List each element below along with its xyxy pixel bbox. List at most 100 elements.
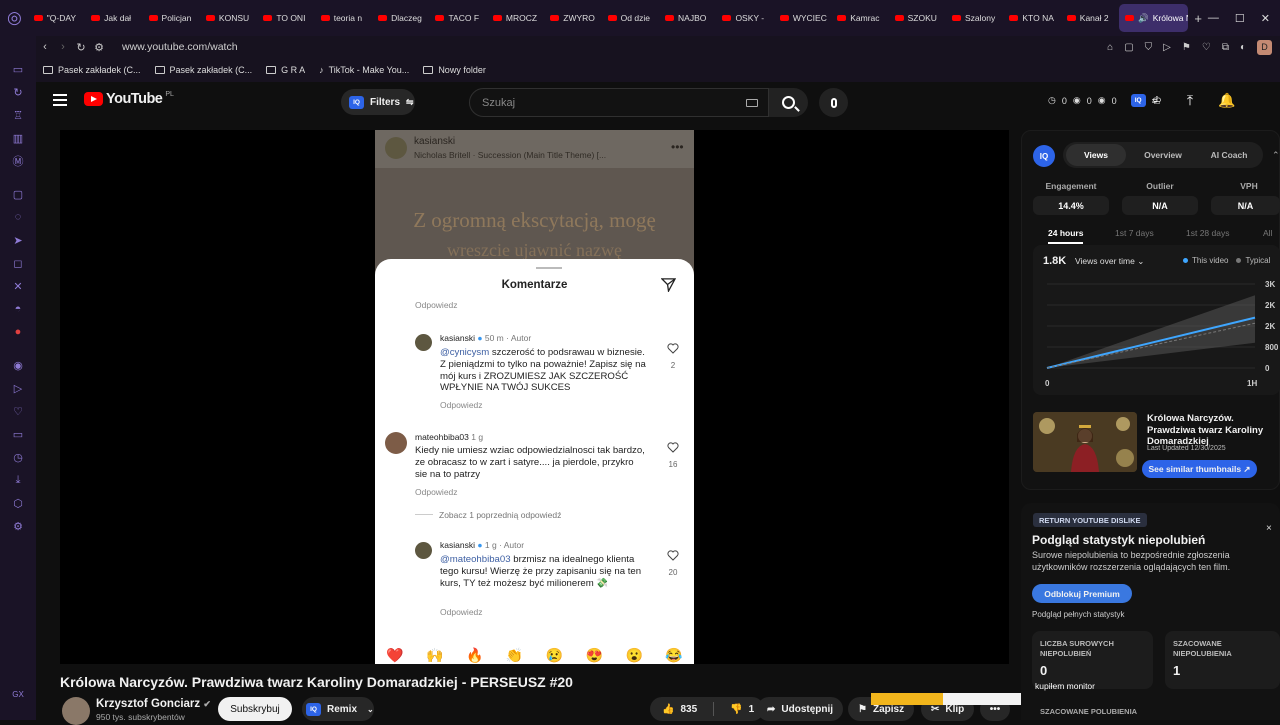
youtube-favicon-icon [779, 15, 789, 21]
collapse-icon[interactable]: ⌃ [1272, 150, 1280, 161]
browser-tab[interactable]: Kamrac [832, 4, 889, 32]
forward-icon[interactable]: › [54, 41, 72, 53]
range-7d[interactable]: 1st 7 days [1115, 228, 1154, 238]
browser-tab[interactable]: Kanał 2 [1062, 4, 1119, 32]
browser-tab[interactable]: MROCZ [488, 4, 545, 32]
search-button[interactable] [769, 88, 808, 117]
browser-tab[interactable]: KONSU [201, 4, 258, 32]
discord-icon[interactable]: ◓ [10, 301, 26, 317]
browser-tab[interactable]: teoria n [316, 4, 373, 32]
heart-icon[interactable]: ♡ [10, 403, 26, 419]
close-icon[interactable]: × [1266, 523, 1272, 534]
minimize-icon[interactable]: — [1208, 12, 1219, 25]
browser-tab[interactable]: "Q-DAY [29, 4, 86, 32]
subscribe-button[interactable]: Subskrybuj [218, 697, 292, 721]
browser-tab[interactable]: Jak dał [86, 4, 143, 32]
send-icon[interactable]: ▷ [10, 380, 26, 396]
browser-tab[interactable]: WYCIEC [775, 4, 832, 32]
similar-thumbnails-button[interactable]: See similar thumbnails ↗ [1142, 460, 1257, 478]
filters-button[interactable]: IQ Filters ⇋ [341, 89, 415, 115]
messenger-icon[interactable]: ◌ [10, 209, 26, 225]
browser-tab[interactable]: TACO F [430, 4, 487, 32]
refresh-icon[interactable]: ↻ [10, 84, 26, 100]
app-icon[interactable]: ● [10, 324, 26, 340]
pin-icon[interactable]: ⌂ [1107, 42, 1113, 53]
opera-gx-icon[interactable]: GX [10, 686, 26, 702]
bot-icon[interactable]: ♖ [10, 107, 26, 123]
keyboard-icon[interactable] [746, 98, 758, 107]
m-icon[interactable]: Ⓜ [10, 153, 26, 169]
reload-icon[interactable]: ↻ [72, 41, 90, 54]
upload-icon[interactable]: ⤒ [1187, 92, 1193, 109]
bookmark-item[interactable]: Nowy folder [423, 65, 486, 75]
browser-tab[interactable]: OSKY - [717, 4, 774, 32]
bookmark-item[interactable]: G R A [266, 65, 305, 75]
site-info-icon[interactable]: ⚙ [90, 41, 108, 54]
easy-setup-icon[interactable]: ◐ [1240, 42, 1246, 53]
bookmark-item[interactable]: Pasek zakładek (C... [43, 65, 141, 75]
browser-tab[interactable]: SZOKU [890, 4, 947, 32]
menu-icon[interactable] [53, 94, 67, 106]
tab-ai-coach[interactable]: AI Coach [1199, 142, 1259, 168]
browser-logo-icon[interactable]: ◎ [0, 0, 29, 36]
browser-tab[interactable]: TO ONI [258, 4, 315, 32]
browser-tab[interactable]: NAJBO [660, 4, 717, 32]
youtube-logo[interactable]: YouTube PL [84, 91, 174, 107]
shield-icon[interactable]: ⛉ [1145, 42, 1153, 53]
browser-tab[interactable]: Dlaczeg [373, 4, 430, 32]
bookmark-item[interactable]: Pasek zakładek (C... [154, 65, 252, 75]
download-icon[interactable]: ⤓ [10, 472, 26, 488]
bookmark-icon[interactable]: ⚑ [1182, 42, 1191, 53]
tabs-icon[interactable]: ▭ [10, 426, 26, 442]
tab-overview[interactable]: Overview [1133, 142, 1193, 168]
vidiq-quick-stats[interactable]: ◷ 0 ◉ 0 ◉ 0 IQ ≡ [1048, 94, 1157, 107]
back-icon[interactable]: ‹ [36, 41, 54, 53]
browser-tab[interactable]: ZWYRO [545, 4, 602, 32]
range-all[interactable]: All [1263, 228, 1272, 238]
new-tab-button[interactable]: + [1188, 11, 1208, 26]
range-28d[interactable]: 1st 28 days [1186, 228, 1229, 238]
share-button[interactable]: ➦ Udostępnij [757, 697, 844, 721]
remix-button[interactable]: IQ Remix ⌄ [302, 697, 374, 721]
music-icon[interactable]: ◉ [10, 357, 26, 373]
youtube-favicon-icon [320, 15, 330, 21]
maximize-icon[interactable]: ☐ [1235, 12, 1245, 25]
x-icon[interactable]: ✕ [10, 278, 26, 294]
trophy-icon[interactable]: ♔ [1152, 94, 1162, 107]
wallet-icon[interactable]: ▭ [10, 61, 26, 77]
vidiq-icon[interactable]: IQ [1130, 94, 1146, 107]
cube-icon[interactable]: ⬡ [10, 495, 26, 511]
vidiq-logo-icon[interactable]: IQ [1033, 145, 1055, 167]
history-icon[interactable]: ◷ [10, 449, 26, 465]
thumbnail-preview[interactable] [1033, 412, 1137, 472]
settings-icon[interactable]: ⚙ [10, 518, 26, 534]
browser-tab[interactable]: Szalony [947, 4, 1004, 32]
notifications-bell-icon[interactable]: 🔔 [1218, 92, 1235, 109]
url-field[interactable]: www.youtube.com/watch [122, 41, 238, 53]
tab-active[interactable]: 🔊 Królowa Na [1119, 4, 1189, 32]
bookmark-item[interactable]: ♪ TikTok - Make You... [319, 65, 409, 75]
emoji-reaction: 😍 [585, 647, 604, 663]
instagram-icon[interactable]: ◻ [10, 255, 26, 271]
search-input[interactable]: Szukaj [469, 88, 769, 117]
like-button[interactable]: 👍 835 [650, 704, 707, 715]
channel-name[interactable]: Krzysztof Gonciarz ✔ [96, 698, 211, 710]
browser-tab[interactable]: Policjan [144, 4, 201, 32]
close-window-icon[interactable]: ✕ [1261, 12, 1270, 25]
channel-avatar[interactable] [62, 697, 90, 725]
extensions-icon[interactable]: ⧉ [1222, 42, 1229, 53]
twitch-icon[interactable]: ▢ [10, 186, 26, 202]
profile-avatar[interactable]: D [1257, 39, 1272, 55]
views-metric-select[interactable]: Views over time ⌄ [1075, 256, 1144, 267]
play-icon[interactable]: ▷ [1163, 42, 1171, 53]
unlock-premium-button[interactable]: Odblokuj Premium [1032, 584, 1132, 603]
favorite-icon[interactable]: ♡ [1202, 42, 1211, 53]
voice-search-button[interactable] [819, 88, 848, 117]
game-icon[interactable]: ▥ [10, 130, 26, 146]
range-24h[interactable]: 24 hours [1048, 228, 1084, 244]
browser-tab[interactable]: KTO NA [1004, 4, 1061, 32]
tab-views[interactable]: Views [1066, 144, 1126, 166]
snapshot-icon[interactable]: ▢ [1124, 42, 1133, 53]
browser-tab[interactable]: Od dzie [603, 4, 660, 32]
telegram-icon[interactable]: ➤ [10, 232, 26, 248]
